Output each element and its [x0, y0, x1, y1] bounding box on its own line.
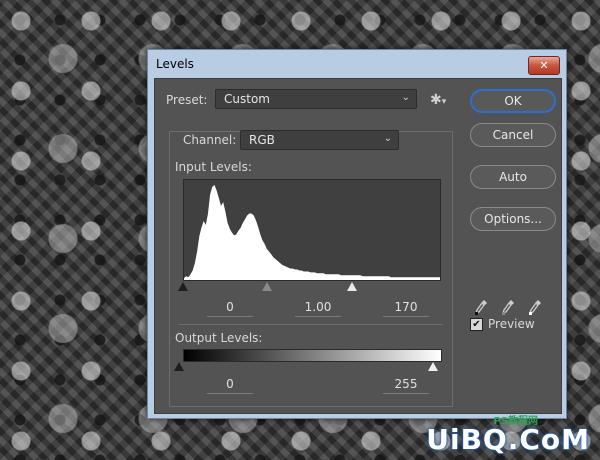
input-black-point-handle[interactable] [178, 282, 188, 291]
output-white-field[interactable]: 255 [383, 375, 429, 394]
chevron-down-icon: ⌄ [383, 133, 392, 144]
channel-label: Channel: [179, 133, 241, 147]
preview-label: Preview [488, 317, 535, 331]
input-black-field[interactable]: 0 [207, 298, 253, 317]
chevron-down-icon: ⌄ [401, 92, 410, 103]
dialog-title: Levels [156, 57, 194, 71]
output-black-field[interactable]: 0 [207, 375, 253, 394]
close-icon: ✕ [539, 59, 549, 72]
white-eyedropper-icon[interactable] [528, 299, 542, 315]
channel-dropdown[interactable]: RGB ⌄ [240, 130, 399, 150]
input-gamma-field[interactable]: 1.00 [295, 298, 341, 317]
histogram-shape [184, 185, 450, 280]
input-slider[interactable] [178, 280, 441, 292]
gray-eyedropper-icon[interactable] [501, 299, 515, 315]
black-eyedropper-icon[interactable] [474, 299, 488, 315]
preset-label: Preset: [166, 93, 208, 107]
channel-value: RGB [249, 133, 275, 147]
dialog-body: Preset: Custom ⌄ ✱▾ Channel: RGB ⌄ Input… [154, 78, 562, 414]
input-white-field[interactable]: 170 [383, 298, 429, 317]
title-bar[interactable]: Levels ✕ [148, 50, 566, 78]
options-button[interactable]: Options... [470, 207, 556, 231]
auto-button[interactable]: Auto [470, 165, 556, 189]
input-gamma-handle[interactable] [262, 282, 272, 291]
gear-icon[interactable]: ✱▾ [430, 92, 446, 108]
output-gradient-bar [183, 349, 442, 362]
preset-dropdown[interactable]: Custom ⌄ [215, 89, 417, 109]
ok-button[interactable]: OK [470, 89, 556, 113]
preset-value: Custom [224, 92, 270, 106]
preview-checkbox[interactable]: ✔ [470, 318, 483, 331]
levels-dialog: Levels ✕ Preset: Custom ⌄ ✱▾ Channel: RG… [147, 49, 567, 419]
output-black-handle[interactable] [174, 362, 184, 371]
histogram [183, 179, 450, 281]
divider [179, 324, 443, 325]
cancel-button[interactable]: Cancel [470, 123, 556, 147]
close-button[interactable]: ✕ [528, 56, 560, 75]
watermark-logo: UiBQ.CoM [426, 423, 590, 456]
output-levels-label: Output Levels: [175, 331, 263, 345]
histogram-chart [184, 185, 450, 280]
output-white-handle[interactable] [428, 362, 438, 371]
input-levels-label: Input Levels: [175, 160, 252, 174]
input-white-point-handle[interactable] [347, 282, 357, 291]
